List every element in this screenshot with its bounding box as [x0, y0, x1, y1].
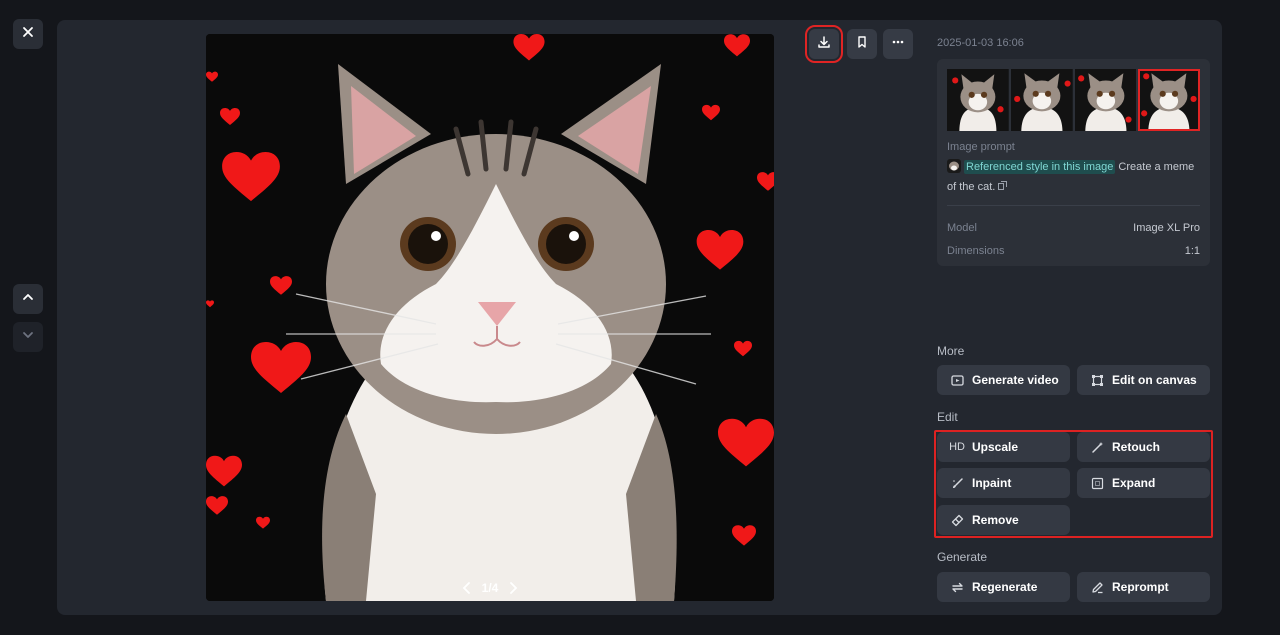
more-icon: [891, 35, 905, 54]
inpaint-button[interactable]: Inpaint: [937, 468, 1070, 498]
pager-next-icon[interactable]: [508, 582, 518, 594]
reprompt-button[interactable]: Reprompt: [1077, 572, 1210, 602]
generate-video-button[interactable]: Generate video: [937, 365, 1070, 395]
thumbnail-1[interactable]: [947, 69, 1009, 131]
retouch-label: Retouch: [1112, 440, 1160, 454]
hd-icon: HD: [949, 441, 965, 453]
main-image: 1/4: [206, 34, 774, 601]
edit-section-title: Edit: [937, 410, 958, 424]
reference-image-thumbnail: [947, 159, 961, 173]
dimensions-row: Dimensions 1:1: [947, 239, 1200, 262]
edit-on-canvas-label: Edit on canvas: [1112, 373, 1197, 387]
referenced-style-chip[interactable]: Referenced style in this image: [964, 160, 1116, 174]
chevron-down-icon: [21, 328, 35, 347]
previous-image-button[interactable]: [13, 284, 43, 314]
close-icon: [21, 25, 35, 44]
model-row: Model Image XL Pro: [947, 216, 1200, 239]
remove-label: Remove: [972, 513, 1019, 527]
download-icon: [817, 35, 831, 54]
pencil-icon: [1090, 580, 1104, 594]
bookmark-icon: [855, 35, 869, 54]
dimensions-label: Dimensions: [947, 244, 1005, 257]
video-icon: [950, 373, 964, 387]
model-value: Image XL Pro: [1133, 221, 1200, 234]
prompt-text-block: Referenced style in this image Create a …: [947, 157, 1200, 197]
more-options-button[interactable]: [883, 29, 913, 59]
download-button[interactable]: [805, 25, 843, 63]
expand-label: Expand: [1112, 476, 1156, 490]
regenerate-label: Regenerate: [972, 580, 1038, 594]
inpaint-label: Inpaint: [972, 476, 1012, 490]
generate-video-label: Generate video: [972, 373, 1059, 387]
dimensions-value: 1:1: [1184, 244, 1200, 257]
chevron-up-icon: [21, 290, 35, 309]
upscale-label: Upscale: [972, 440, 1019, 454]
retouch-button[interactable]: Retouch: [1077, 432, 1210, 462]
info-card: Image prompt Referenced style in this im…: [937, 59, 1210, 266]
eraser-icon: [950, 513, 964, 527]
image-pager: 1/4: [206, 581, 774, 595]
pager-prev-icon[interactable]: [462, 582, 472, 594]
prompt-label: Image prompt: [947, 141, 1015, 153]
bookmark-button[interactable]: [847, 29, 877, 59]
expand-button[interactable]: Expand: [1077, 468, 1210, 498]
remove-button[interactable]: Remove: [937, 505, 1070, 535]
thumbnail-3[interactable]: [1074, 69, 1137, 131]
copy-icon[interactable]: [998, 181, 1008, 193]
reprompt-label: Reprompt: [1112, 580, 1169, 594]
thumbnail-4[interactable]: [1138, 69, 1200, 131]
thumbnail-strip: [947, 69, 1200, 131]
magic-wand-icon: [1090, 440, 1104, 454]
divider: [947, 205, 1200, 206]
pager-text: 1/4: [481, 581, 499, 595]
model-label: Model: [947, 221, 977, 234]
generate-section-title: Generate: [937, 550, 988, 564]
regenerate-button[interactable]: Regenerate: [937, 572, 1070, 602]
close-button[interactable]: [13, 19, 43, 49]
brush-icon: [950, 476, 964, 490]
canvas-icon: [1090, 373, 1104, 387]
more-section-title: More: [937, 344, 965, 358]
expand-icon: [1090, 476, 1104, 490]
refresh-icon: [950, 580, 964, 594]
next-image-button[interactable]: [13, 322, 43, 352]
created-date: 2025-01-03 16:06: [937, 37, 1024, 49]
upscale-button[interactable]: HD Upscale: [937, 432, 1070, 462]
thumbnail-2[interactable]: [1010, 69, 1073, 131]
edit-on-canvas-button[interactable]: Edit on canvas: [1077, 365, 1210, 395]
